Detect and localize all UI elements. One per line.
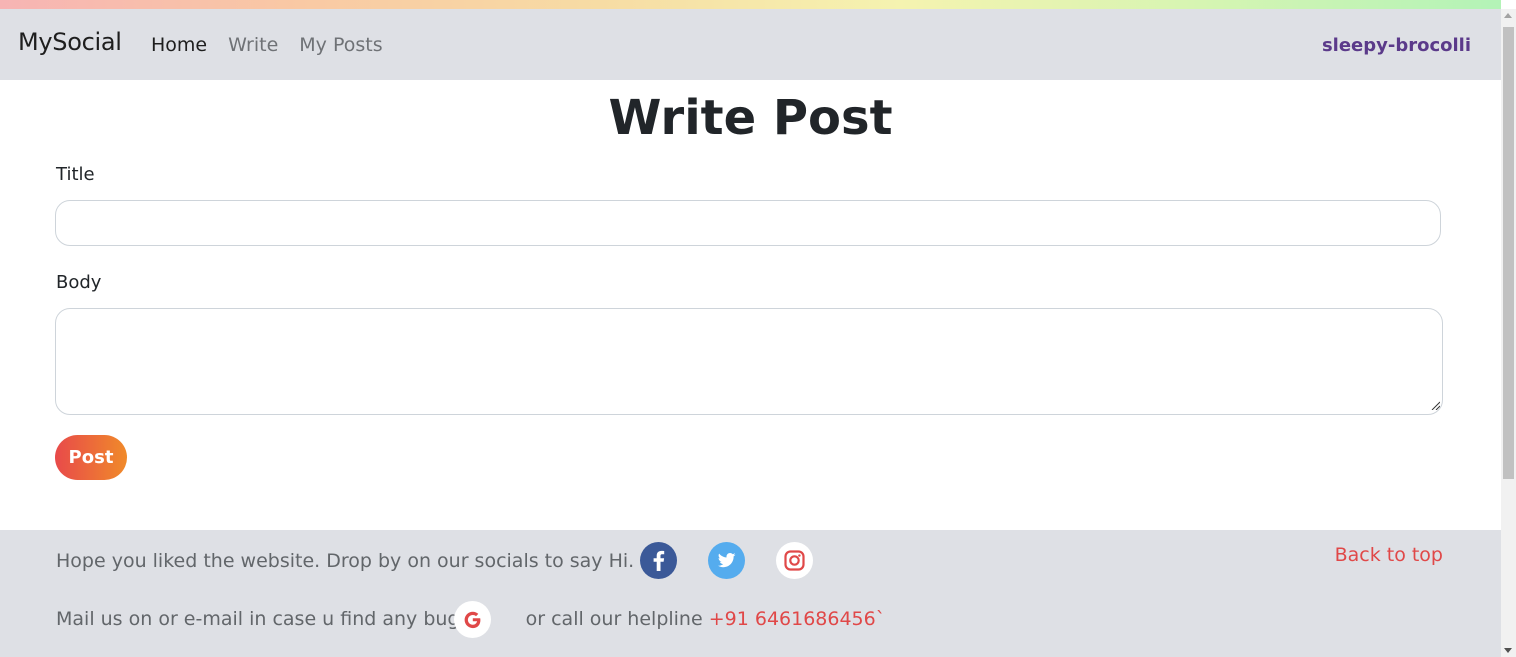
nav-links: Home Write My Posts [151, 34, 383, 56]
vertical-scrollbar[interactable] [1501, 9, 1516, 657]
footer-message: Hope you liked the website. Drop by on o… [56, 550, 635, 572]
rainbow-top-bar [0, 0, 1501, 9]
body-textarea[interactable] [55, 308, 1443, 415]
scrollbar-thumb[interactable] [1503, 27, 1514, 479]
instagram-icon[interactable] [776, 542, 813, 579]
gmail-icon[interactable] [454, 601, 491, 638]
twitter-icon[interactable] [708, 542, 745, 579]
back-to-top-link[interactable]: Back to top [1335, 544, 1443, 566]
title-label: Title [56, 164, 95, 185]
body-label: Body [56, 272, 102, 293]
navbar: MySocial Home Write My Posts sleepy-broc… [0, 9, 1501, 80]
page-title: Write Post [608, 90, 893, 146]
footer-helpline-text: or call our helpline [525, 608, 703, 630]
brand-logo[interactable]: MySocial [18, 28, 122, 56]
resize-grip-icon[interactable] [1430, 400, 1440, 410]
scroll-down-arrow-icon[interactable] [1504, 648, 1512, 653]
footer-mail-text: Mail us on or e-mail in case u find any … [56, 608, 466, 630]
nav-link-write[interactable]: Write [228, 34, 278, 56]
footer: Hope you liked the website. Drop by on o… [0, 530, 1501, 657]
helpline-number-link[interactable]: +91 6461686456` [709, 608, 886, 630]
username-link[interactable]: sleepy-brocolli [1322, 35, 1471, 56]
facebook-icon[interactable] [640, 542, 677, 579]
title-input[interactable] [55, 200, 1441, 246]
nav-link-my-posts[interactable]: My Posts [299, 34, 382, 56]
page: MySocial Home Write My Posts sleepy-broc… [0, 0, 1516, 657]
nav-link-home[interactable]: Home [151, 34, 207, 56]
post-button[interactable]: Post [55, 435, 127, 480]
scroll-up-arrow-icon[interactable] [1504, 13, 1512, 18]
